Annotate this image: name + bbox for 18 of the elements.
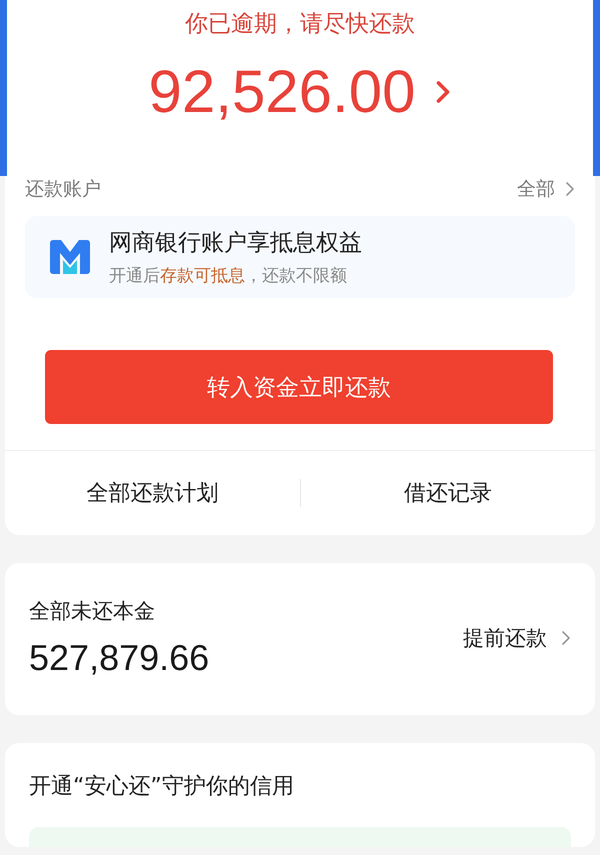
principal-value: 527,879.66 <box>29 637 210 679</box>
repay-button[interactable]: 转入资金立即还款 <box>45 350 553 424</box>
nav-link[interactable]: 借还记录 <box>300 478 595 508</box>
amount-due: 92,526.00 <box>148 57 416 126</box>
bank-logo-icon <box>49 237 91 277</box>
promo-subtitle: 开通后存款可抵息，还款不限额 <box>109 265 348 287</box>
prepay-link[interactable]: 提前还款 <box>463 624 571 652</box>
chevron-icon <box>561 629 571 647</box>
all-link[interactable]: 全部 <box>517 176 575 202</box>
section-label: 还款账户 <box>25 177 101 202</box>
section-title: 开通“安心还”守护你的信用 <box>29 773 295 801</box>
nav-link[interactable]: 全部还款计划 <box>5 478 300 508</box>
promo-card[interactable]: 网商银行账户享抵息权益 开通后存款可抵息，还款不限额 <box>25 216 575 298</box>
promo-title: 网商银行账户享抵息权益 <box>109 229 362 258</box>
chevron-icon <box>435 80 452 104</box>
principal-label: 全部未还本金 <box>29 598 156 625</box>
overdue-notice: 你已逾期，请尽快还款 <box>185 10 415 39</box>
chevron-icon <box>565 181 575 197</box>
